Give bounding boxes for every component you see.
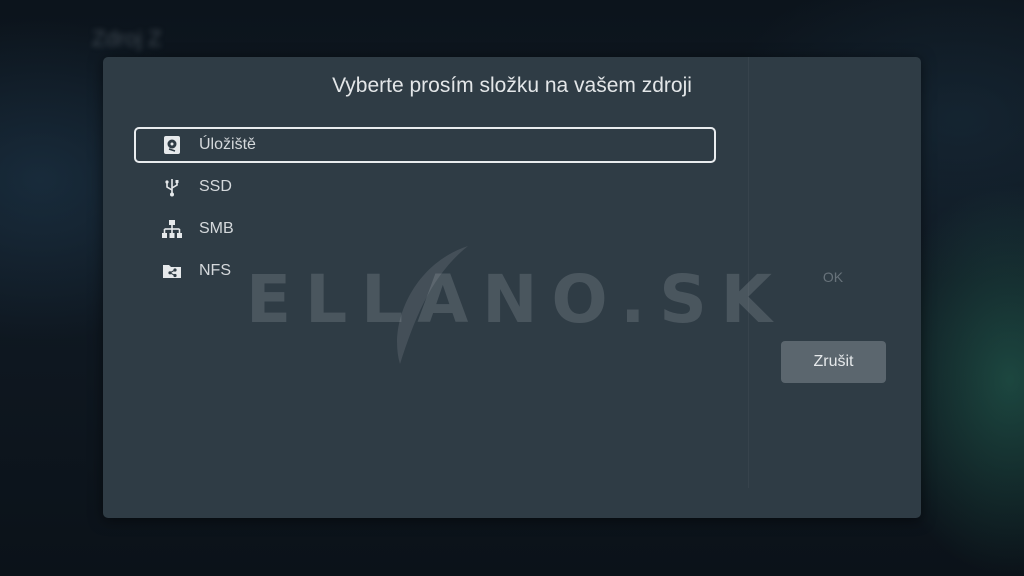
storage-icon (162, 135, 182, 155)
source-item-nfs[interactable]: NFS (134, 253, 716, 289)
background-title: Zdroj Z (92, 26, 162, 51)
network-icon (162, 219, 182, 239)
source-item-storage[interactable]: Úložiště (134, 127, 716, 163)
source-item-label: Úložiště (199, 136, 256, 153)
source-item-label: SMB (199, 220, 234, 237)
cancel-button[interactable]: Zrušit (781, 341, 886, 383)
source-item-label: NFS (199, 262, 231, 279)
usb-icon (162, 177, 182, 197)
source-item-ssd[interactable]: SSD (134, 169, 716, 205)
source-item-label: SSD (199, 178, 232, 195)
source-item-smb[interactable]: SMB (134, 211, 716, 247)
folder-select-dialog: Vyberte prosím složku na vašem zdroji Úl… (103, 57, 921, 518)
divider (748, 57, 749, 488)
shared-folder-icon (162, 261, 182, 281)
source-list: Úložiště SSD SMB NFS (134, 127, 716, 295)
dialog-title: Vyberte prosím složku na vašem zdroji (332, 74, 692, 97)
ok-button[interactable]: OK (802, 269, 864, 285)
